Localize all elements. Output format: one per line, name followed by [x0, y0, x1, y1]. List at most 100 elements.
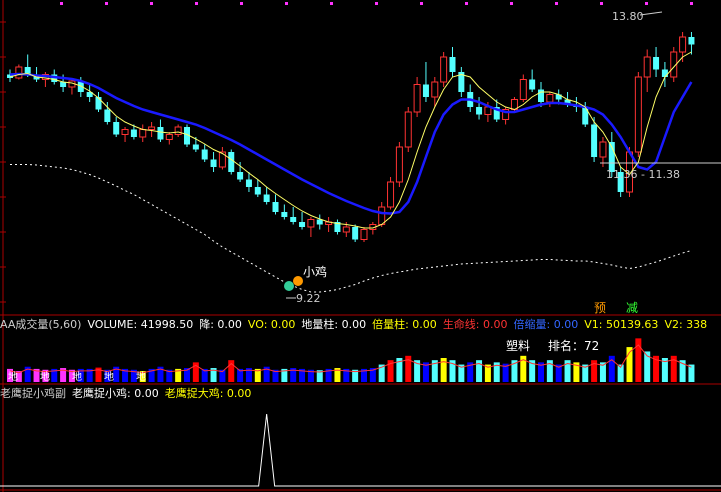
candle-body — [130, 129, 137, 137]
candle-body — [299, 222, 306, 227]
candle-body — [192, 144, 199, 150]
candle-body — [263, 194, 270, 202]
candle-body — [387, 181, 395, 208]
candle-body — [290, 217, 297, 222]
top-dot — [60, 2, 63, 5]
sector-label: 塑料 — [506, 339, 531, 353]
jian-marker: 减 — [626, 301, 638, 315]
di-liang-zhu-value: 地量柱: 0.00 — [301, 318, 367, 331]
bei-suo-liang-value: 倍缩量: 0.00 — [513, 318, 579, 331]
candle-body — [688, 37, 695, 45]
candle-body — [422, 84, 429, 97]
candle-body — [121, 129, 129, 135]
candle-body — [679, 36, 687, 53]
candle-body — [413, 84, 421, 113]
candle-body — [519, 79, 527, 100]
candle-body — [529, 79, 536, 90]
top-dot — [420, 2, 423, 5]
top-dot — [330, 2, 333, 5]
top-dot — [645, 2, 648, 5]
dotted-ma-line — [10, 164, 692, 293]
bei-liang-zhu-value: 倍量柱: 0.00 — [372, 318, 437, 331]
top-dot — [465, 2, 468, 5]
candle-body — [148, 126, 156, 130]
sub-panel-header: 老鹰捉小鸡副 老鹰捉小鸡: 0.00 老鹰捉大鸡: 0.00 — [0, 386, 721, 401]
top-dot — [240, 2, 243, 5]
candle-body — [237, 172, 244, 180]
candle-body — [546, 94, 554, 103]
v2-value: V2: 338 — [664, 318, 708, 331]
range-label: 11.36 - 11.38 — [606, 168, 680, 181]
candle-body — [643, 56, 651, 78]
candle-body — [476, 107, 483, 115]
signal-label: 小鸡 — [303, 264, 327, 279]
candle-body — [316, 219, 323, 225]
candle-body — [139, 129, 147, 138]
di-liang-marker: 地 — [104, 370, 114, 383]
candle-body — [201, 149, 208, 160]
candle-body — [113, 122, 120, 135]
candle-body — [653, 57, 660, 70]
low-price-label: 9.22 — [296, 292, 321, 305]
chicken-signal-line — [0, 413, 721, 487]
candle-body — [95, 97, 102, 110]
candle-body — [440, 56, 448, 83]
candle-body — [174, 126, 182, 135]
buy-signal-icon — [284, 281, 294, 291]
candle-body — [165, 134, 173, 140]
big-chicken-value: 老鹰捉大鸡: 0.00 — [164, 387, 252, 400]
jiang-value: 降: 0.00 — [199, 318, 242, 331]
candle-body — [395, 146, 403, 183]
candle-body — [210, 159, 217, 167]
volume-bar — [688, 364, 695, 382]
di-liang-marker: 地 — [40, 370, 50, 383]
candle-body — [352, 227, 359, 240]
di-liang-marker: 地 — [136, 370, 146, 383]
rank-label: 排名：72 — [548, 339, 600, 353]
volume-panel-header: AA成交量(5,60) VOLUME: 41998.50 降: 0.00 VO: 0.… — [0, 317, 721, 332]
candle-body — [60, 82, 67, 87]
di-liang-marker: 地 — [8, 370, 18, 383]
candle-body — [599, 141, 607, 158]
top-dot — [690, 2, 693, 5]
candle-body — [254, 187, 261, 195]
candle-body — [538, 89, 544, 102]
candle-body — [404, 111, 412, 148]
candle-body — [272, 202, 279, 212]
top-dot — [150, 2, 153, 5]
candle-body — [591, 124, 598, 157]
sub-indicator-name: 老鹰捉小鸡副 — [0, 387, 66, 400]
candle-body — [634, 76, 642, 153]
top-dot — [555, 2, 558, 5]
top-dot — [375, 2, 378, 5]
vo-value: VO: 0.00 — [247, 318, 296, 331]
candle-body — [281, 212, 288, 217]
candle-body — [228, 152, 235, 172]
top-dot — [105, 2, 108, 5]
high-price-label: 13.80 — [612, 10, 644, 23]
top-dot — [285, 2, 288, 5]
candle-body — [342, 226, 350, 233]
indicator-name: AA成交量(5,60) — [0, 318, 82, 331]
candle-body — [104, 109, 111, 122]
candle-body — [360, 229, 368, 240]
candle-body — [245, 179, 252, 187]
volume-value: VOLUME: 41998.50 — [87, 318, 194, 331]
sheng-ming-xian-value: 生命线: 0.00 — [442, 318, 508, 331]
yu-marker: 预 — [594, 301, 606, 315]
stock-chart: 11.36 - 11.38 13.80 9.22 小鸡预 减地 地 地 地 地 — [0, 0, 721, 492]
candle-body — [378, 206, 386, 225]
v1-value: V1: 50139.63 — [584, 318, 659, 331]
top-dot — [600, 2, 603, 5]
buy-signal-icon — [293, 276, 303, 286]
candle-body — [431, 81, 439, 98]
candle-body — [449, 57, 456, 72]
top-dot — [510, 2, 513, 5]
di-liang-marker: 地 — [72, 370, 82, 383]
top-dot — [195, 2, 198, 5]
candle-body — [661, 69, 668, 77]
candle-body — [218, 151, 226, 168]
small-chicken-value: 老鹰捉小鸡: 0.00 — [72, 387, 159, 400]
candle-body — [15, 66, 23, 79]
candle-body — [157, 127, 164, 140]
